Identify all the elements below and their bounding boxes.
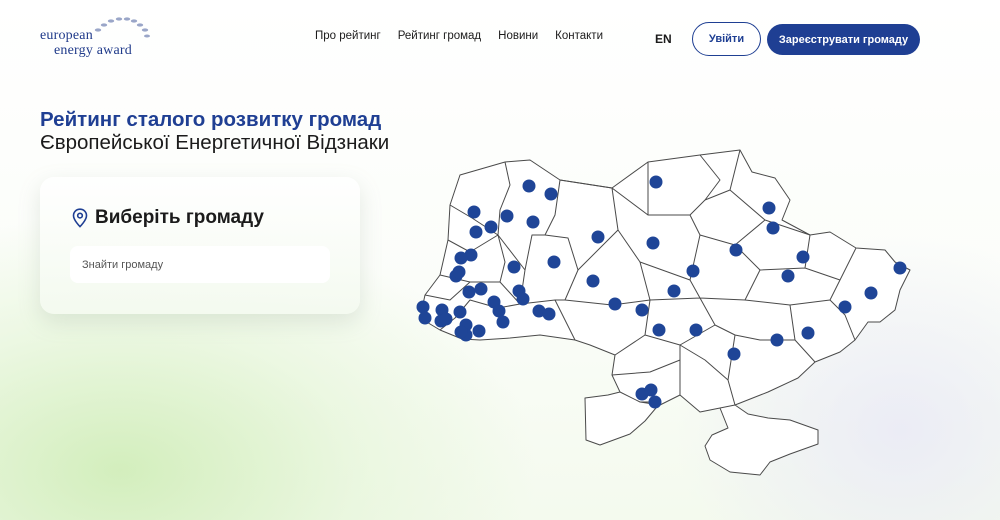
community-marker[interactable]: [547, 255, 561, 269]
community-marker[interactable]: [418, 311, 432, 325]
community-marker[interactable]: [689, 323, 703, 337]
community-marker[interactable]: [667, 284, 681, 298]
logo-text-line1: european: [40, 28, 93, 43]
community-marker[interactable]: [729, 243, 743, 257]
community-marker[interactable]: [462, 285, 476, 299]
community-marker[interactable]: [526, 215, 540, 229]
language-switch[interactable]: EN: [655, 32, 672, 46]
community-marker[interactable]: [646, 236, 660, 250]
community-marker[interactable]: [635, 303, 649, 317]
community-marker[interactable]: [766, 221, 780, 235]
logo-text-line2: energy award: [54, 43, 132, 58]
community-marker[interactable]: [500, 209, 514, 223]
eea-logo[interactable]: european energy award: [40, 16, 150, 60]
community-marker[interactable]: [727, 347, 741, 361]
community-marker[interactable]: [838, 300, 852, 314]
community-search-input[interactable]: [70, 246, 330, 283]
community-marker[interactable]: [452, 265, 466, 279]
community-marker[interactable]: [652, 323, 666, 337]
community-marker[interactable]: [801, 326, 815, 340]
community-marker[interactable]: [544, 187, 558, 201]
community-marker[interactable]: [472, 324, 486, 338]
community-marker[interactable]: [591, 230, 605, 244]
location-pin-icon: [72, 208, 88, 228]
community-marker[interactable]: [474, 282, 488, 296]
community-marker[interactable]: [648, 395, 662, 409]
community-marker[interactable]: [507, 260, 521, 274]
community-marker[interactable]: [496, 315, 510, 329]
community-marker[interactable]: [762, 201, 776, 215]
community-marker[interactable]: [770, 333, 784, 347]
nav-item-contacts[interactable]: Контакти: [555, 30, 603, 42]
community-marker[interactable]: [469, 225, 483, 239]
community-marker[interactable]: [542, 307, 556, 321]
nav-item-about[interactable]: Про рейтинг: [315, 30, 381, 42]
community-marker[interactable]: [439, 312, 453, 326]
login-button[interactable]: Увійти: [692, 22, 761, 56]
community-marker[interactable]: [864, 286, 878, 300]
ukraine-regions-map[interactable]: [412, 140, 922, 480]
community-marker[interactable]: [453, 305, 467, 319]
community-marker[interactable]: [586, 274, 600, 288]
community-marker[interactable]: [644, 383, 658, 397]
community-marker[interactable]: [467, 205, 481, 219]
star-arc-icon: [94, 17, 150, 38]
community-marker[interactable]: [522, 179, 536, 193]
community-marker[interactable]: [796, 250, 810, 264]
community-marker[interactable]: [893, 261, 907, 275]
community-marker[interactable]: [608, 297, 622, 311]
community-marker[interactable]: [649, 175, 663, 189]
selector-title: Виберіть громаду: [95, 207, 264, 228]
page-subtitle: Європейської Енергетичної Відзнаки: [40, 131, 390, 154]
community-marker[interactable]: [781, 269, 795, 283]
nav-item-rating[interactable]: Рейтинг громад: [398, 30, 481, 42]
community-marker[interactable]: [686, 264, 700, 278]
community-marker[interactable]: [516, 292, 530, 306]
community-marker[interactable]: [416, 300, 430, 314]
community-marker[interactable]: [454, 325, 468, 339]
register-community-button[interactable]: Зареєструвати громаду: [767, 24, 920, 55]
community-marker[interactable]: [484, 220, 498, 234]
nav-item-news[interactable]: Новини: [498, 30, 538, 42]
community-selector-card: Виберіть громаду: [40, 177, 360, 314]
main-nav: Про рейтинг Рейтинг громад Новини Контак…: [315, 30, 603, 42]
page-title: Рейтинг сталого розвитку громад: [40, 108, 382, 131]
community-marker[interactable]: [454, 251, 468, 265]
